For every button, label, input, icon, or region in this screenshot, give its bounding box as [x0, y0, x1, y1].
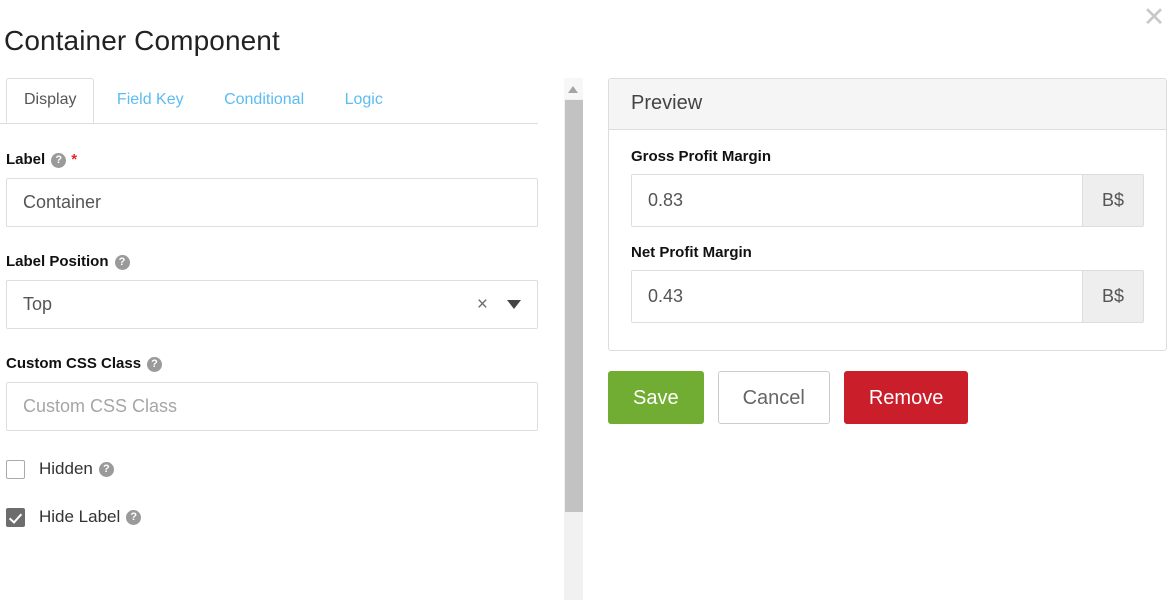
hide-label-checkbox-label-text: Hide Label [39, 507, 121, 526]
hidden-checkbox-label-text: Hidden [39, 459, 93, 478]
preview-pane: Preview Gross Profit Margin B$ Net Profi… [608, 78, 1167, 424]
label-position-label-text: Label Position [6, 253, 109, 270]
label-position-label: Label Position ? [6, 253, 538, 271]
tab-display[interactable]: Display [6, 78, 95, 123]
scroll-up-arrow-icon[interactable] [564, 78, 583, 99]
cancel-button[interactable]: Cancel [717, 371, 830, 424]
preview-field-net-profit-margin: Net Profit Margin B$ [631, 244, 1144, 323]
component-settings-modal: Container Component ✕ Display Field Key … [0, 0, 1173, 600]
hide-label-checkbox-label: Hide Label ? [39, 507, 142, 527]
custom-css-label: Custom CSS Class ? [6, 355, 538, 373]
clear-icon[interactable]: × [477, 295, 488, 314]
close-icon[interactable]: ✕ [1139, 0, 1169, 34]
label-field-label: Label ? * [6, 151, 538, 169]
help-icon[interactable]: ? [114, 254, 130, 270]
preview-panel: Preview Gross Profit Margin B$ Net Profi… [608, 78, 1167, 351]
settings-scrollbar[interactable] [564, 78, 583, 600]
settings-pane: Display Field Key Conditional Logic Labe… [0, 78, 556, 600]
preview-field-label: Gross Profit Margin [631, 148, 772, 165]
net-profit-margin-input[interactable] [631, 270, 1082, 323]
hide-label-checkbox-row[interactable]: Hide Label ? [6, 507, 538, 527]
display-tab-panel: Label ? * Label Position ? Top × [0, 151, 556, 527]
tab-field-key[interactable]: Field Key [99, 78, 202, 123]
tab-conditional[interactable]: Conditional [206, 78, 322, 123]
help-icon[interactable]: ? [98, 461, 114, 477]
preview-field-gross-profit-margin: Gross Profit Margin B$ [631, 148, 1144, 227]
save-button[interactable]: Save [608, 371, 704, 424]
preview-panel-body: Gross Profit Margin B$ Net Profit Margin… [609, 130, 1166, 350]
help-icon[interactable]: ? [126, 509, 142, 525]
label-input[interactable] [6, 178, 538, 227]
hidden-checkbox-row[interactable]: Hidden ? [6, 459, 538, 479]
required-asterisk: * [71, 151, 78, 168]
help-icon[interactable]: ? [51, 152, 67, 168]
label-position-selected-value: Top [23, 294, 53, 314]
currency-addon: B$ [1082, 174, 1144, 227]
preview-field-label: Net Profit Margin [631, 244, 752, 261]
label-field-label-text: Label [6, 151, 46, 168]
input-group: B$ [631, 174, 1144, 227]
action-buttons: Save Cancel Remove [608, 371, 1167, 424]
chevron-down-icon[interactable] [507, 300, 521, 309]
gross-profit-margin-input[interactable] [631, 174, 1082, 227]
settings-tabs: Display Field Key Conditional Logic [0, 78, 538, 124]
preview-panel-title: Preview [609, 79, 1166, 130]
field-custom-css-group: Custom CSS Class ? [6, 355, 538, 431]
scrollbar-thumb[interactable] [565, 100, 583, 512]
field-label-position-group: Label Position ? Top × [6, 253, 538, 329]
hide-label-checkbox[interactable] [6, 507, 25, 527]
tab-logic[interactable]: Logic [327, 78, 401, 123]
custom-css-label-text: Custom CSS Class [6, 355, 142, 372]
hidden-checkbox-label: Hidden ? [39, 459, 114, 479]
remove-button[interactable]: Remove [843, 371, 969, 424]
label-position-select[interactable]: Top × [6, 280, 538, 329]
hidden-checkbox[interactable] [6, 459, 25, 479]
input-group: B$ [631, 270, 1144, 323]
field-label-group: Label ? * [6, 151, 538, 227]
help-icon[interactable]: ? [147, 356, 163, 372]
custom-css-input[interactable] [6, 382, 538, 431]
currency-addon: B$ [1082, 270, 1144, 323]
page-title: Container Component [4, 24, 280, 56]
